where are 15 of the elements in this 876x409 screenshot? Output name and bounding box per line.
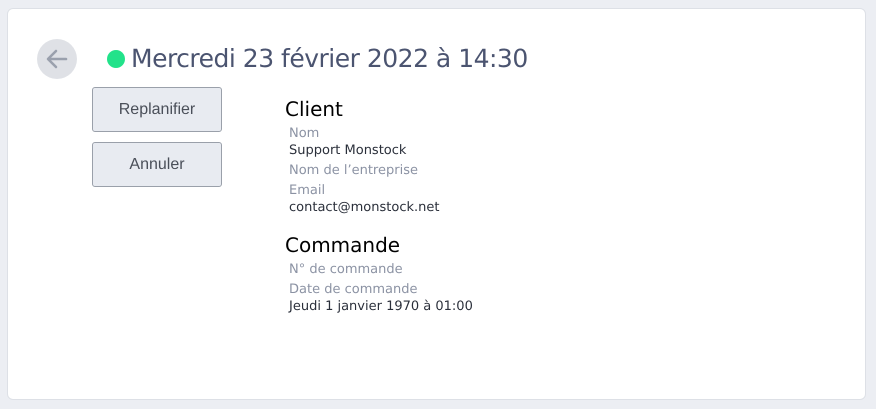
field-label: Nom de l’entreprise (289, 162, 419, 179)
field-label: Nom (289, 125, 320, 142)
field-value: Support Monstock (289, 142, 408, 159)
action-button[interactable]: Annuler (92, 142, 222, 187)
field-label: N° de commande (289, 261, 404, 278)
field-label: Email (289, 182, 326, 199)
field-value: contact@monstock.net (289, 199, 440, 216)
field-label: Date de commande (289, 281, 418, 298)
back-arrow-icon (46, 49, 68, 69)
section-heading: Client (285, 97, 344, 121)
back-button[interactable] (37, 39, 77, 79)
appointment-title: Mercredi 23 février 2022 à 14:30 (131, 43, 528, 76)
field-value: Jeudi 1 janvier 1970 à 01:00 (289, 298, 473, 315)
action-button[interactable]: Replanifier (92, 87, 222, 132)
section-heading: Commande (285, 233, 402, 257)
